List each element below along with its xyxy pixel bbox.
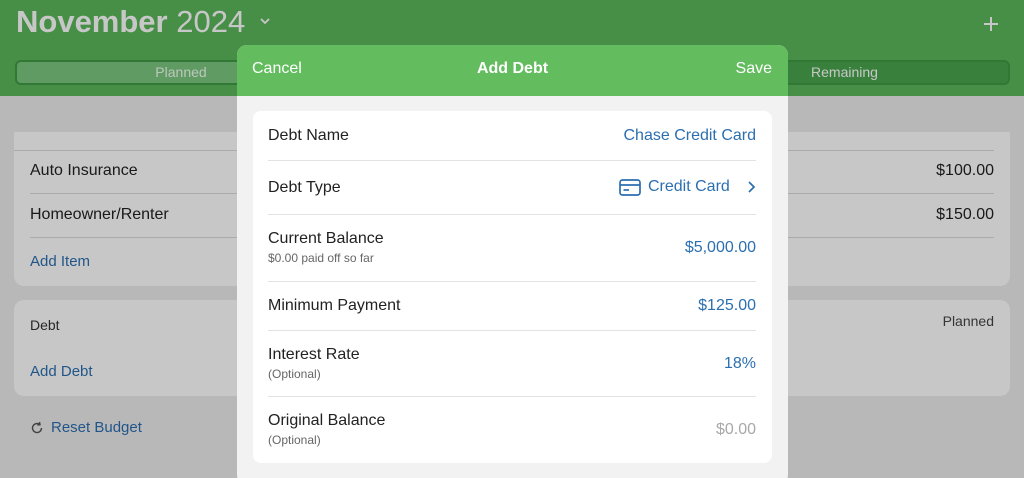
modal-header: Cancel Add Debt Save	[237, 45, 788, 96]
divider	[268, 330, 756, 331]
divider	[268, 281, 756, 282]
divider	[268, 214, 756, 215]
interest-rate-sub: (Optional)	[268, 367, 321, 381]
debt-form: Debt Name Chase Credit Card Debt Type Cr…	[253, 111, 772, 463]
minimum-payment-value[interactable]: $125.00	[698, 297, 756, 315]
save-button[interactable]: Save	[736, 60, 772, 78]
divider	[268, 160, 756, 161]
original-balance-value[interactable]: $0.00	[716, 421, 756, 439]
chevron-right-icon	[748, 181, 756, 193]
interest-rate-label: Interest Rate	[268, 346, 360, 363]
current-balance-sub: $0.00 paid off so far	[268, 251, 374, 265]
original-balance-sub: (Optional)	[268, 433, 321, 447]
debt-type-value: Credit Card	[648, 178, 730, 195]
credit-card-icon	[619, 179, 641, 196]
debt-name-label: Debt Name	[268, 127, 349, 144]
debt-type-label: Debt Type	[268, 179, 341, 196]
debt-name-value[interactable]: Chase Credit Card	[624, 127, 757, 145]
minimum-payment-label: Minimum Payment	[268, 297, 401, 314]
divider	[268, 396, 756, 397]
original-balance-label: Original Balance	[268, 412, 386, 429]
interest-rate-value[interactable]: 18%	[724, 355, 756, 373]
modal-title: Add Debt	[476, 60, 549, 77]
current-balance-label: Current Balance	[268, 230, 384, 247]
add-debt-modal: Cancel Add Debt Save Debt Name Chase Cre…	[237, 45, 788, 478]
current-balance-value[interactable]: $5,000.00	[685, 239, 756, 257]
